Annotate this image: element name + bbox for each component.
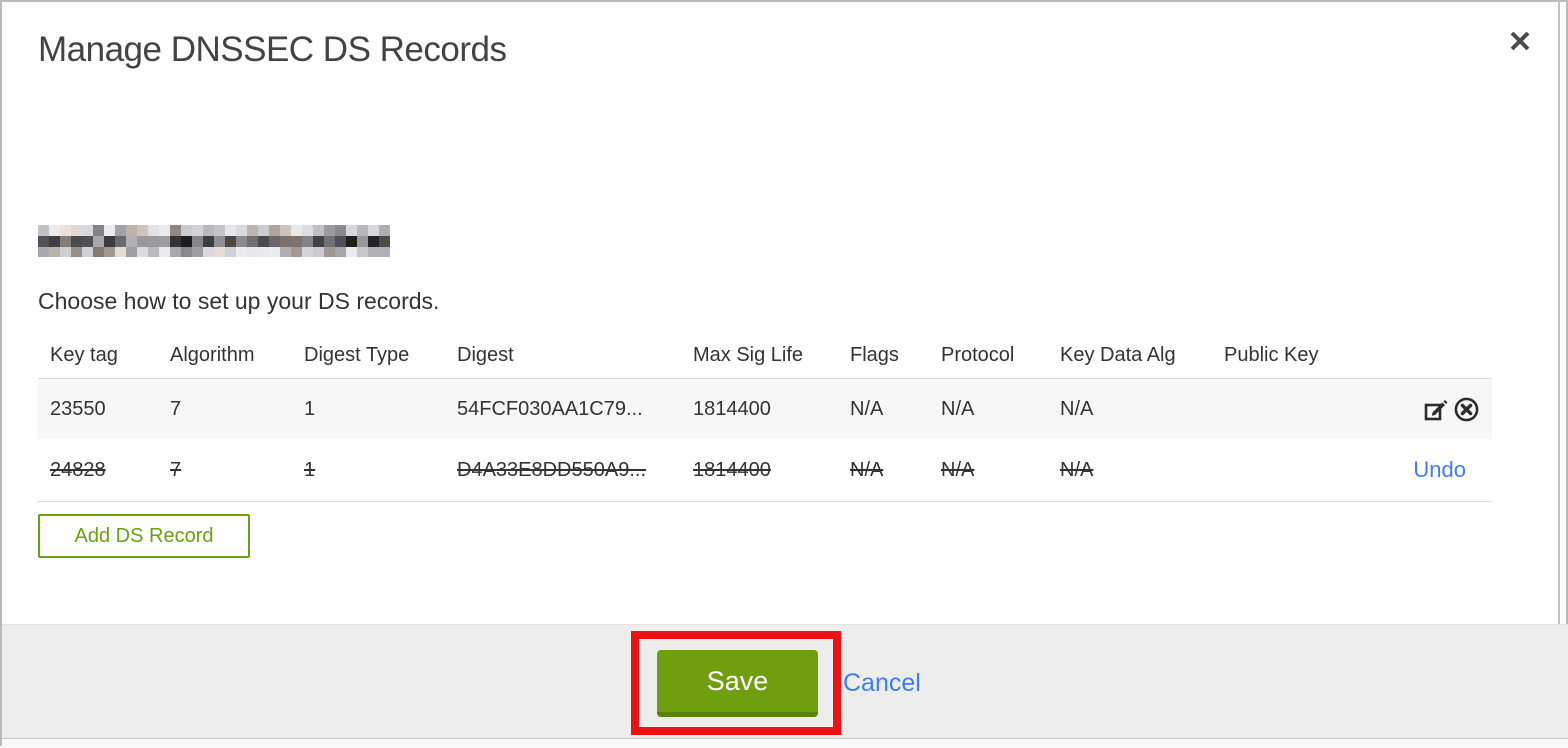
cell-max-sig-life: 1814400: [693, 397, 771, 420]
close-button[interactable]: [1503, 24, 1537, 58]
cell-protocol: N/A: [941, 458, 975, 481]
save-button[interactable]: Save: [657, 650, 818, 717]
table-header-row: Key tag Algorithm Digest Type Digest Max…: [38, 332, 1492, 379]
edit-record-button[interactable]: [1422, 396, 1449, 423]
column-header-key-tag: Key tag: [50, 343, 118, 366]
cell-digest: D4A33E8DD550A9...: [457, 458, 647, 481]
cell-protocol: N/A: [941, 397, 975, 420]
delete-record-button[interactable]: [1453, 396, 1480, 423]
cell-key-data-alg: N/A: [1060, 397, 1094, 420]
column-header-max-sig-life: Max Sig Life: [693, 343, 804, 366]
page-title: Manage DNSSEC DS Records: [38, 30, 507, 69]
column-header-protocol: Protocol: [941, 343, 1015, 366]
column-header-key-data-alg: Key Data Alg: [1060, 343, 1176, 366]
column-header-flags: Flags: [850, 343, 899, 366]
cell-max-sig-life: 1814400: [693, 458, 771, 481]
cancel-link[interactable]: Cancel: [843, 669, 921, 698]
row-actions: [1342, 396, 1492, 423]
cell-algorithm: 7: [170, 458, 182, 481]
cell-key-tag: 23550: [50, 397, 106, 420]
dnssec-modal: Manage DNSSEC DS Records Choose how to s…: [0, 0, 1568, 748]
cell-key-data-alg: N/A: [1060, 458, 1094, 481]
table-row-marked-for-deletion: 24828 7 1 D4A33E8DD550A9... 1814400 N/A …: [38, 439, 1492, 502]
page-behind-modal-strip: [2, 738, 1568, 748]
cell-algorithm: 7: [170, 397, 182, 420]
edit-icon: [1422, 396, 1449, 423]
cell-digest: 54FCF030AA1C79...: [457, 397, 643, 420]
close-icon: [1507, 28, 1533, 54]
cell-digest-type: 1: [304, 458, 316, 481]
add-ds-record-button[interactable]: Add DS Record: [38, 514, 250, 558]
cell-key-tag: 24828: [50, 458, 106, 481]
redacted-domain-name: [38, 225, 390, 257]
cell-flags: N/A: [850, 397, 884, 420]
ds-records-table: Key tag Algorithm Digest Type Digest Max…: [38, 332, 1492, 502]
cell-digest-type: 1: [304, 397, 316, 420]
column-header-digest: Digest: [457, 343, 514, 366]
table-row: 23550 7 1 54FCF030AA1C79... 1814400 N/A …: [38, 379, 1492, 439]
instruction-text: Choose how to set up your DS records.: [38, 288, 440, 314]
modal-right-edge: [1558, 2, 1560, 624]
column-header-public-key: Public Key: [1224, 343, 1319, 366]
undo-link[interactable]: Undo: [1413, 457, 1480, 483]
circle-x-icon: [1453, 396, 1480, 423]
cell-flags: N/A: [850, 458, 884, 481]
column-header-algorithm: Algorithm: [170, 343, 255, 366]
column-header-digest-type: Digest Type: [304, 343, 410, 366]
